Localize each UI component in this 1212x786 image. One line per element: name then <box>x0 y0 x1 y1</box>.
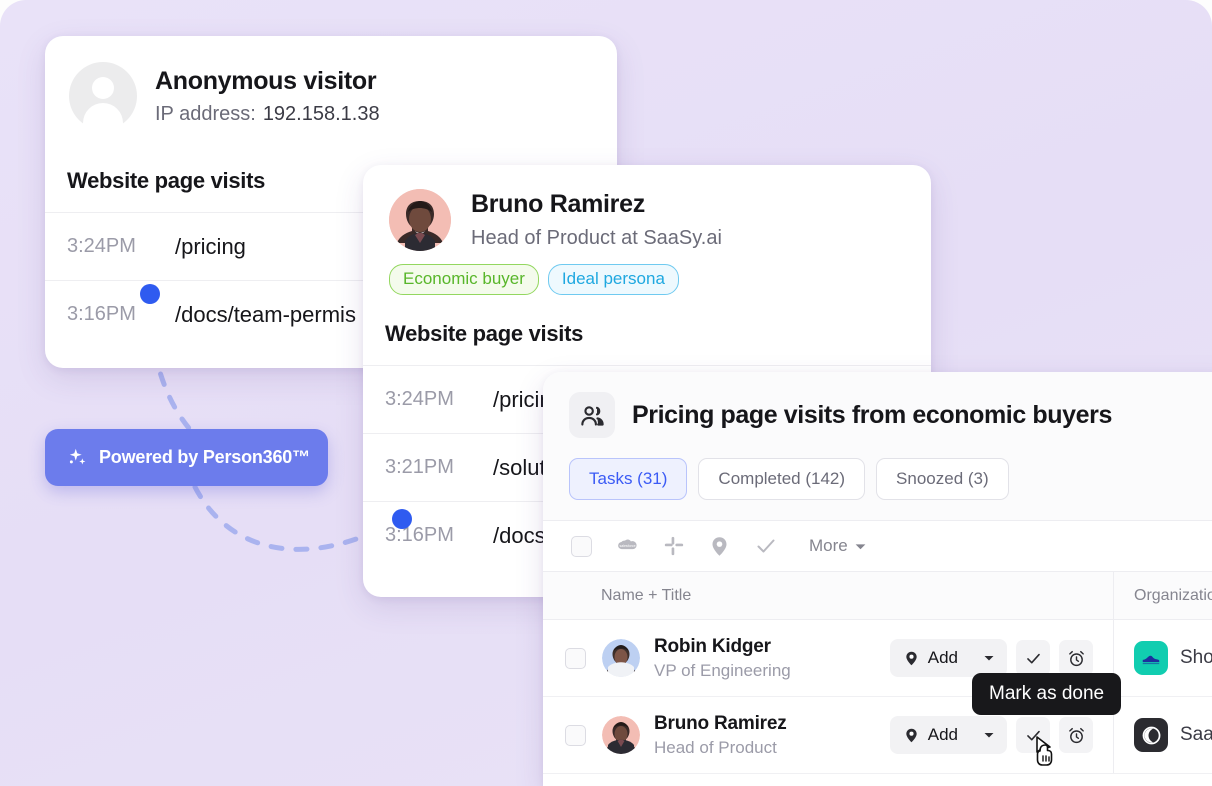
slack-icon[interactable] <box>663 535 685 557</box>
tasks-panel-header: Pricing page visits from economic buyers… <box>543 372 1212 520</box>
bruno-name: Bruno Ramirez <box>471 190 645 218</box>
row-checkbox[interactable] <box>565 647 586 669</box>
alarm-clock-icon <box>1068 650 1084 666</box>
location-pin-icon <box>906 651 917 665</box>
shoe-logo <box>1134 641 1168 675</box>
ip-value: 192.158.1.38 <box>262 102 380 125</box>
check-icon <box>1026 653 1040 663</box>
anon-header: Anonymous visitor IP address: 192.158.1.3… <box>45 36 617 130</box>
tasks-tab-group: Tasks (31) Completed (142) Snoozed (3) <box>569 438 1212 520</box>
salesforce-icon[interactable]: salesforce <box>615 534 640 559</box>
snooze-button[interactable] <box>1059 717 1093 753</box>
check-icon[interactable] <box>754 534 778 558</box>
add-button-label: Add <box>927 648 958 667</box>
chevron-down-icon <box>855 543 866 549</box>
row-organization-cell: SaaSy. <box>1113 697 1212 773</box>
powered-badge-label: Powered by Person360™ <box>99 447 310 467</box>
add-dropdown-button[interactable] <box>971 639 1007 677</box>
person-placeholder-icon <box>69 62 137 130</box>
select-all-checkbox[interactable] <box>571 535 592 557</box>
sparkle-icon <box>69 448 86 465</box>
tasks-panel-title: Pricing page visits from economic buyers <box>632 400 1112 429</box>
location-pin-icon[interactable] <box>708 535 731 558</box>
column-header-name: Name + Title <box>601 586 692 604</box>
tab-tasks[interactable]: Tasks (31) <box>569 458 688 500</box>
powered-by-person360-badge[interactable]: Powered by Person360™ <box>45 429 328 486</box>
tab-completed[interactable]: Completed (142) <box>698 458 866 500</box>
alarm-clock-icon <box>1068 727 1084 743</box>
visit-time: 3:21PM <box>385 456 454 478</box>
visit-time: 3:24PM <box>385 388 454 410</box>
anon-ip-row: IP address: 192.158.1.38 <box>155 103 380 126</box>
tab-snoozed[interactable]: Snoozed (3) <box>876 458 1009 500</box>
people-icon <box>569 392 615 438</box>
tag-ideal-persona[interactable]: Ideal persona <box>547 264 679 295</box>
visit-time: 3:24PM <box>67 235 136 257</box>
bruno-role: Head of Product at SaaSy.ai <box>471 227 722 249</box>
user-photo-robin <box>602 639 640 677</box>
anon-visitor-name: Anonymous visitor <box>155 66 377 95</box>
timeline-node-dot <box>392 509 412 529</box>
more-menu-button[interactable]: More <box>809 536 867 556</box>
tasks-panel-card: Pricing page visits from economic buyers… <box>543 372 1212 786</box>
row-checkbox[interactable] <box>565 724 586 746</box>
tasks-toolbar: salesforce More <box>543 520 1212 572</box>
mark-as-done-button[interactable] <box>1016 640 1050 676</box>
mouse-cursor-pointer <box>1036 736 1053 766</box>
row-organization-name: Shoeva <box>1180 647 1212 668</box>
visit-path: /soluti <box>493 454 551 480</box>
row-person-name: Robin Kidger <box>654 635 771 657</box>
row-action-group: Add <box>889 716 1113 754</box>
visit-path: /pricing <box>175 233 246 259</box>
ip-label: IP address: <box>155 102 256 125</box>
tasks-title-row: Pricing page visits from economic buyers <box>569 392 1212 438</box>
tooltip-mark-as-done: Mark as done <box>972 673 1122 715</box>
timeline-node-dot <box>140 284 160 304</box>
svg-text:salesforce: salesforce <box>619 544 635 548</box>
add-button[interactable]: Add <box>889 639 971 677</box>
bruno-header: Bruno Ramirez Head of Product at SaaSy.a… <box>363 165 931 251</box>
column-header-organization: Organization <box>1113 572 1212 619</box>
add-dropdown-button[interactable] <box>971 716 1007 754</box>
user-photo-bruno <box>389 189 451 251</box>
tooltip-text: Mark as done <box>989 683 1105 704</box>
snooze-button[interactable] <box>1059 640 1093 676</box>
saasy-logo <box>1134 718 1168 752</box>
row-person-title: VP of Engineering <box>654 660 791 680</box>
add-button[interactable]: Add <box>889 716 971 754</box>
user-photo-bruno <box>602 716 640 754</box>
tag-economic-buyer[interactable]: Economic buyer <box>389 264 539 295</box>
row-action-group: Add <box>889 639 1113 677</box>
more-menu-label: More <box>809 536 848 555</box>
location-pin-icon <box>906 728 917 742</box>
chevron-down-icon <box>984 733 994 738</box>
app-background: Anonymous visitor IP address: 192.158.1.3… <box>0 0 1212 786</box>
chevron-down-icon <box>984 656 994 661</box>
row-organization-cell: Shoeva <box>1113 620 1212 696</box>
bruno-tag-list: Economic buyer Ideal persona <box>363 251 931 295</box>
row-person-name: Bruno Ramirez <box>654 712 787 734</box>
add-button-label: Add <box>927 725 958 744</box>
row-organization-name: SaaSy. <box>1180 724 1212 745</box>
table-header-row: Name + Title Organization <box>543 572 1212 620</box>
row-person-title: Head of Product <box>654 737 777 757</box>
bruno-section-title: Website page visits <box>385 321 584 346</box>
visit-path: /docs/team-permis <box>175 301 356 327</box>
